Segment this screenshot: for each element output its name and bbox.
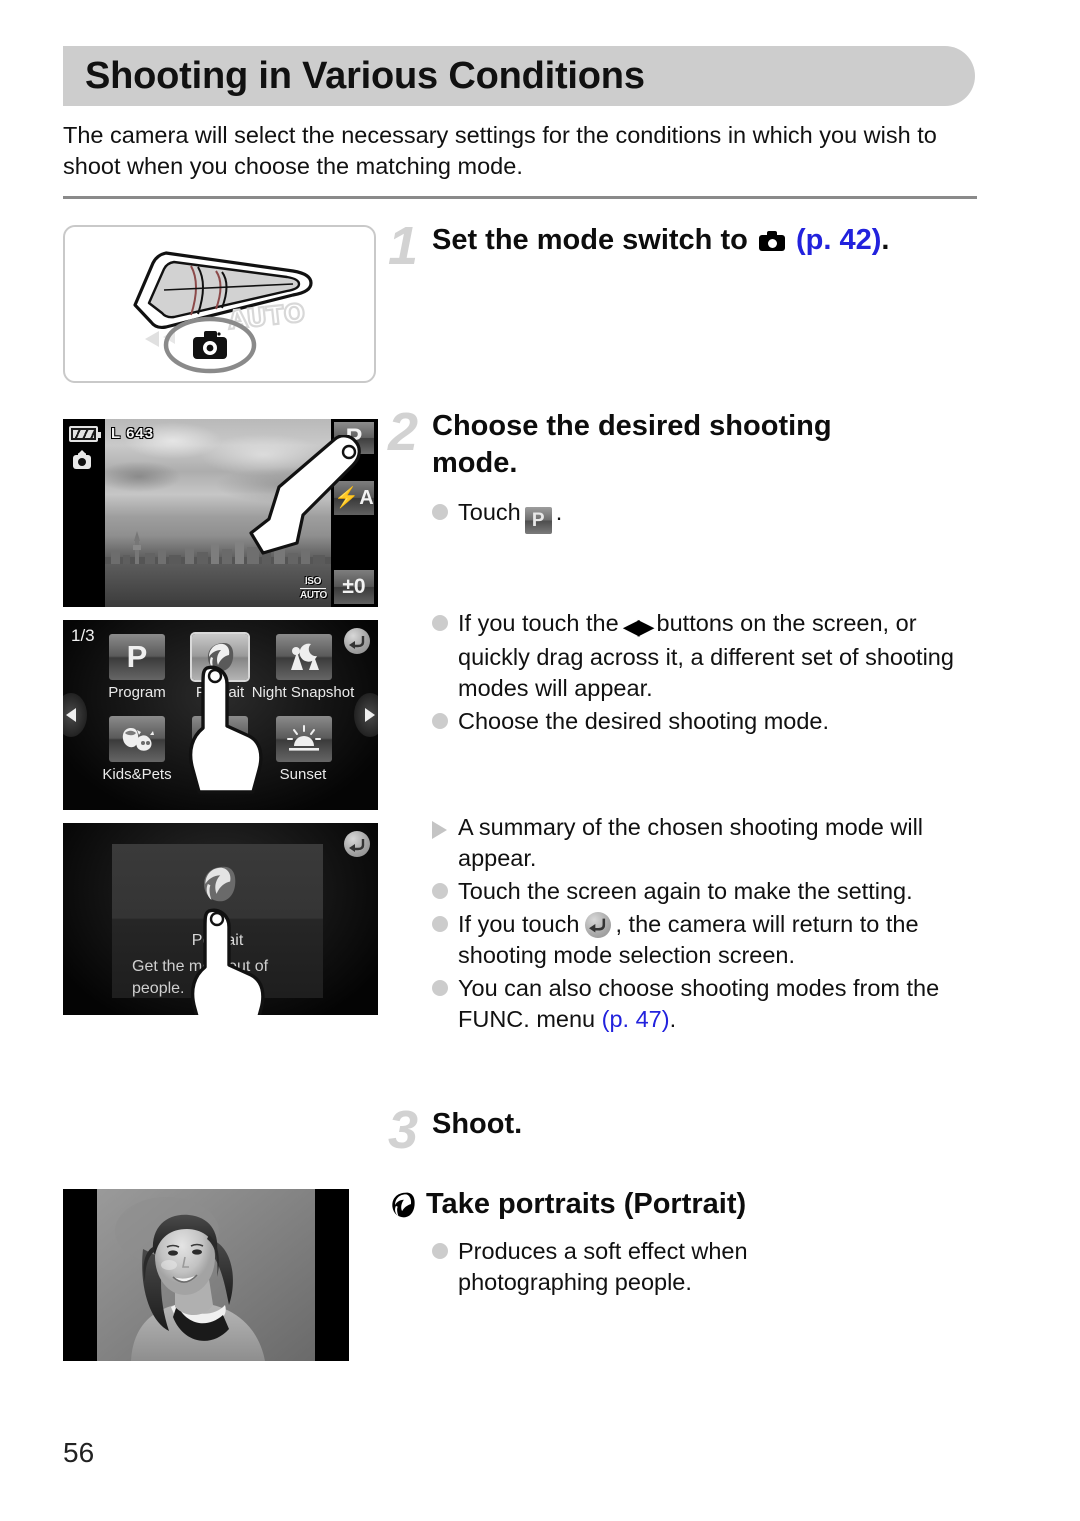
mode-tile-night-snapshot-label: Night Snapshot <box>251 684 355 701</box>
mode-switch-figure: AUTO <box>63 225 376 383</box>
page-number: 56 <box>63 1437 95 1468</box>
bullet-triangle <box>432 821 447 839</box>
grid-back-button[interactable] <box>344 628 370 654</box>
bullet-text: Produces a soft effect when photographin… <box>458 1238 748 1295</box>
bullet-dot <box>432 615 448 631</box>
page-header-bar: Shooting in Various Conditions <box>63 46 975 106</box>
bullet-text: Choose the desired shooting mode. <box>458 708 830 734</box>
mode-tile-sunset[interactable] <box>276 716 332 762</box>
mode-tile-program[interactable]: P <box>109 634 165 680</box>
bullet-text-before: You can also choose shooting modes from … <box>458 975 940 1032</box>
bullet-text-before: Touch <box>458 499 521 525</box>
water-area <box>105 564 331 607</box>
indoor-icon <box>204 727 231 752</box>
mode-tile-portrait[interactable] <box>190 632 250 682</box>
program-p-button-icon: P <box>524 507 552 534</box>
step-2-number: 2 <box>388 402 419 462</box>
intro-paragraph: The camera will select the necessary set… <box>63 122 937 179</box>
portrait-sample-photo <box>63 1189 349 1361</box>
step-2-bullets-group-1: If you touch the ◀▶ buttons on the screen,… <box>432 608 980 739</box>
bullet-dot <box>432 713 448 729</box>
step-2-title: Choose the desired shooting mode. <box>432 410 832 479</box>
step-1: 1 Set the mode switch to (p. 42). <box>388 216 988 276</box>
iso-indicator: ISO AUTO <box>300 575 327 603</box>
return-arrow-icon <box>348 838 364 852</box>
page-title: Shooting in Various Conditions <box>85 54 645 97</box>
bullet-text: A summary of the chosen shooting mode wi… <box>458 814 924 871</box>
bullet-text: Touch the screen again to make the setti… <box>458 878 913 904</box>
bullet-text-before: If you touch <box>458 911 580 937</box>
return-arrow-icon <box>584 912 611 938</box>
image-quality-label: L <box>111 425 121 442</box>
mode-summary-screen: Portrait Get the most out of people. <box>63 823 378 1015</box>
step-1-page-ref: (p. 42) <box>795 224 882 256</box>
mode-tile-indoor[interactable] <box>192 716 248 762</box>
header-divider <box>63 196 977 199</box>
step-1-title-text: Set the mode switch to <box>432 224 748 256</box>
bullet-text-after: . <box>669 1006 677 1032</box>
summary-mode-description: Get the most out of people. <box>132 958 269 997</box>
resolution-indicator: L 643 <box>111 425 154 442</box>
portrait-section-heading: Take portraits (Portrait) <box>388 1188 948 1221</box>
bullet-text-before: If you touch the <box>458 610 619 636</box>
step-3: 3 Shoot. <box>388 1100 788 1160</box>
manual-page: Shooting in Various Conditions The camer… <box>0 0 1080 1521</box>
night-snapshot-icon <box>291 643 319 670</box>
shots-remaining: 643 <box>126 425 155 442</box>
return-arrow-icon <box>348 635 364 649</box>
city-skyline <box>105 531 331 567</box>
portrait-head-icon <box>207 643 234 671</box>
step-3-number: 3 <box>388 1100 419 1160</box>
exposure-compensation-button[interactable]: ±0 <box>334 570 374 604</box>
right-arrow-icon <box>365 708 375 722</box>
page-ref: (p. 47) <box>601 1006 670 1032</box>
step-2-bullets-group-2: A summary of the chosen shooting mode wi… <box>432 812 980 1037</box>
left-arrow-icon <box>66 708 76 722</box>
woman-portrait-illustration <box>97 1189 315 1361</box>
sunset-icon <box>287 725 321 751</box>
left-right-arrows-icon: ◀▶ <box>622 614 655 639</box>
portrait-head-icon <box>392 1192 415 1217</box>
photo-content <box>97 1189 315 1361</box>
mode-switch-illustration: AUTO <box>133 251 313 374</box>
summary-back-button[interactable] <box>344 831 370 857</box>
iso-value: AUTO <box>300 590 327 601</box>
battery-full-icon <box>69 426 101 442</box>
step-1-title-period: . <box>881 224 890 256</box>
camera-icon <box>758 231 785 251</box>
bullet-text-after: . <box>555 499 563 525</box>
step-2-bullet-touch-p: Touch P. <box>432 497 972 536</box>
mode-tile-kids-and-pets[interactable] <box>109 716 165 762</box>
portrait-section-bullets: Produces a soft effect when photographin… <box>432 1236 852 1300</box>
flash-auto-button[interactable]: ⚡A <box>334 481 374 515</box>
iso-label: ISO <box>300 575 326 589</box>
mode-tile-night-snapshot[interactable] <box>276 634 332 680</box>
summary-mode-title: Portrait <box>191 932 244 949</box>
bullet-dot <box>432 1243 448 1259</box>
still-image-icon <box>73 450 91 469</box>
kids-and-pets-icon <box>122 728 154 751</box>
mode-button-p[interactable]: P <box>334 422 374 454</box>
bullet-dot <box>432 980 448 996</box>
step-1-number: 1 <box>388 216 419 276</box>
live-view-screen: L 643 P ⚡A ISO AUTO ±0 <box>63 419 378 607</box>
mode-tile-sunset-label: Sunset <box>279 766 327 783</box>
shooting-mode-grid-screen: 1/3 P Program Portrait Night Snapshot Ki… <box>63 620 378 810</box>
summary-card: Portrait Get the most out of people. <box>112 844 323 998</box>
program-p-icon: P <box>126 639 148 674</box>
left-osd-rail <box>63 419 105 607</box>
bullet-dot <box>432 916 448 932</box>
grid-next-button[interactable] <box>354 693 378 737</box>
bullet-dot <box>432 883 448 899</box>
portrait-head-icon <box>204 866 236 902</box>
step-2: 2 Choose the desired shooting mode. <box>388 402 908 482</box>
step-3-title: Shoot. <box>432 1108 523 1140</box>
step-1-title: Set the mode switch to (p. 42). <box>432 222 889 259</box>
grid-page-indicator: 1/3 <box>71 626 95 645</box>
bullet-dot <box>432 504 448 520</box>
portrait-section-title: Take portraits (Portrait) <box>426 1188 747 1220</box>
